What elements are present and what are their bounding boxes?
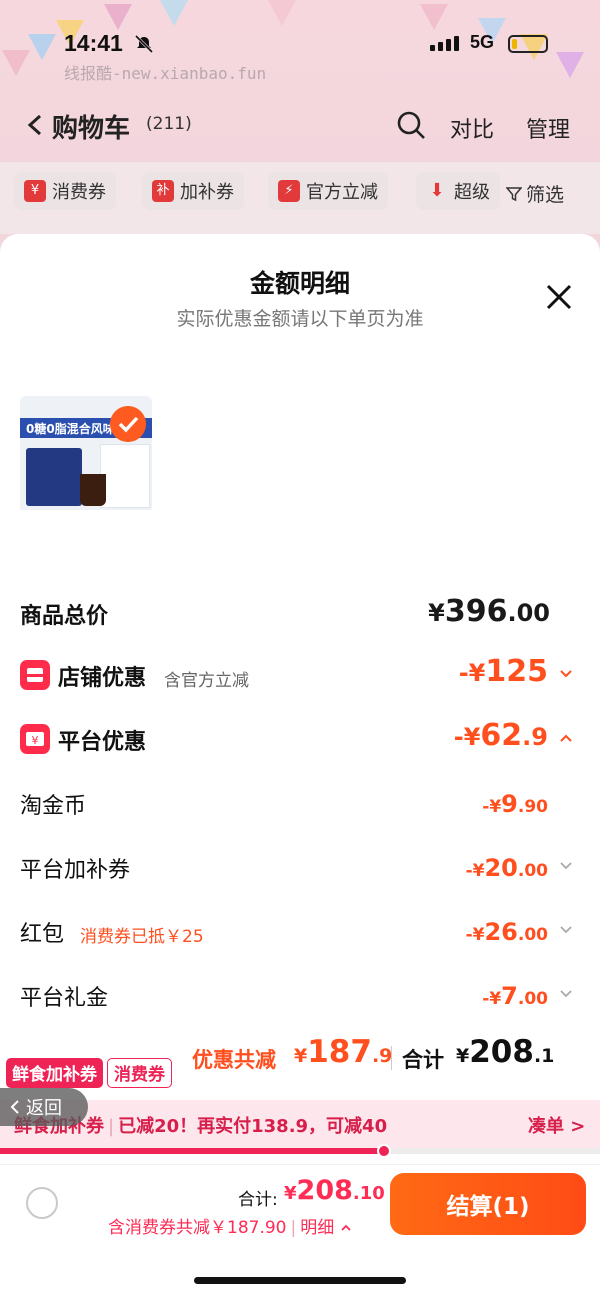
chip-label: 消费券 <box>52 182 106 203</box>
cart-count: (211) <box>146 114 192 134</box>
status-bar: 14:41 5G <box>0 28 600 64</box>
shop-discount-note: 含官方立减 <box>164 671 249 691</box>
battery-icon <box>508 35 548 53</box>
chevron-down-icon <box>560 862 572 870</box>
watermark-text: 线报酷-new.xianbao.fun <box>64 64 267 83</box>
add-items-link[interactable]: 凑单 > <box>528 1112 585 1138</box>
bunting-flag <box>268 0 296 26</box>
filter-button[interactable]: 筛选 <box>506 180 564 207</box>
platform-subsidy-value: -¥20.00 <box>465 854 548 882</box>
platform-subsidy-label: 平台加补券 <box>20 858 131 883</box>
red-packet-note: 消费券已抵￥25 <box>80 927 204 947</box>
filter-chip-consumer-coupon[interactable]: ¥ 消费券 <box>14 172 116 210</box>
checkout-button[interactable]: 结算(1) <box>390 1173 586 1235</box>
checkout-detail[interactable]: 含消费券共减￥187.90 | 明细 <box>108 1213 352 1238</box>
arrow-down-icon: ⬇ <box>429 180 445 201</box>
close-icon[interactable] <box>544 282 574 312</box>
manage-button[interactable]: 管理 <box>526 112 570 144</box>
total-price-row: 商品总价 ¥396.00 <box>20 592 580 636</box>
filter-bar: ¥ 消费券 补 加补券 ⚡ 官方立减 ⬇ 超级 筛选 <box>0 162 600 234</box>
promo-progress <box>0 1144 600 1158</box>
status-time: 14:41 <box>64 30 123 56</box>
fresh-subsidy-tag: 鲜食加补券 <box>6 1058 103 1088</box>
checkout-total-label: 合计: <box>238 1190 278 1210</box>
shop-icon <box>20 660 50 690</box>
chevron-down-icon <box>560 926 572 934</box>
mute-bell-icon <box>134 34 154 54</box>
red-packet-value: -¥26.00 <box>465 918 548 946</box>
platform-gift-row[interactable]: 平台礼金 -¥7.00 <box>20 974 580 1018</box>
sheet-total-value: ¥208.1 <box>456 1034 555 1070</box>
home-indicator <box>194 1277 406 1284</box>
red-packet-label: 红包 <box>20 922 65 947</box>
chevron-up-icon <box>340 1224 351 1231</box>
chevron-down-icon <box>560 670 572 678</box>
chip-label: 加补券 <box>180 182 234 203</box>
bunting-flag <box>160 0 188 26</box>
shop-discount-value: -¥125 <box>458 654 548 689</box>
lightning-icon: ⚡ <box>278 180 300 202</box>
chip-label: 超级 <box>454 182 490 203</box>
filter-label: 筛选 <box>526 184 565 206</box>
bunting-flag <box>420 4 448 30</box>
savings-label: 优惠共减 <box>192 1048 276 1072</box>
sheet-title: 金额明细 <box>249 269 350 298</box>
taojinbi-row: 淘金币 -¥9.90 <box>20 782 580 826</box>
platform-discount-row[interactable]: ¥ 平台优惠 -¥62.9 <box>20 718 580 762</box>
coupon-tags: 鲜食加补券 消费券 <box>6 1058 176 1088</box>
red-packet-row[interactable]: 红包 消费券已抵￥25 -¥26.00 <box>20 910 580 954</box>
shop-discount-label: 店铺优惠 <box>58 666 147 691</box>
platform-subsidy-row[interactable]: 平台加补券 -¥20.00 <box>20 846 580 890</box>
total-price-label: 商品总价 <box>20 604 109 629</box>
coupon-icon: ¥ <box>24 180 46 202</box>
compare-button[interactable]: 对比 <box>450 112 494 144</box>
background-page: 14:41 5G 线报酷-new.xianbao.fun 购物车 (211) 对… <box>0 0 600 260</box>
selected-check-icon <box>110 406 146 442</box>
funnel-icon <box>506 186 522 201</box>
shop-discount-row[interactable]: 店铺优惠 含官方立减 -¥125 <box>20 654 580 698</box>
filter-chip-super[interactable]: ⬇ 超级 <box>416 172 500 210</box>
network-type: 5G <box>470 32 495 52</box>
total-price-value: ¥396.00 <box>428 594 550 629</box>
select-all-radio[interactable] <box>26 1187 58 1219</box>
svg-text:¥: ¥ <box>32 734 39 747</box>
bunting-flag <box>104 4 132 30</box>
consumer-coupon-tag: 消费券 <box>107 1058 172 1088</box>
page-title: 购物车 <box>52 114 131 144</box>
subsidy-icon: 补 <box>152 180 174 202</box>
return-button[interactable]: 返回 <box>0 1088 88 1126</box>
return-label: 返回 <box>26 1098 62 1119</box>
platform-coupon-icon: ¥ <box>20 724 50 754</box>
savings-value: ¥187.9 <box>294 1034 393 1070</box>
taojinbi-value: -¥9.90 <box>482 790 548 818</box>
filter-chip-official-discount[interactable]: ⚡ 官方立减 <box>268 172 388 210</box>
platform-gift-value: -¥7.00 <box>482 982 548 1010</box>
search-icon[interactable] <box>396 110 426 140</box>
checkout-bar: 合计: ¥208.10 含消费券共减￥187.90 | 明细 结算(1) <box>0 1164 600 1300</box>
chip-label: 官方立减 <box>306 182 378 203</box>
sheet-total-label: 合计 <box>402 1048 444 1072</box>
product-image-text: 0糖0脂混合风味 <box>26 422 115 436</box>
platform-discount-label: 平台优惠 <box>58 730 147 755</box>
chevron-up-icon <box>560 734 572 742</box>
divider <box>391 1046 392 1070</box>
checkout-total-value: ¥208.10 <box>284 1175 385 1206</box>
cart-nav-bar: 购物车 (211) 对比 管理 <box>0 100 600 152</box>
promo-bar[interactable]: 鲜食加补券 | 已减20！再实付138.9，可减40 凑单 > <box>0 1100 600 1148</box>
signal-icon <box>430 36 459 51</box>
platform-gift-label: 平台礼金 <box>20 986 109 1011</box>
sheet-subtitle: 实际优惠金额请以下单页为准 <box>176 308 424 330</box>
taojinbi-label: 淘金币 <box>20 794 87 819</box>
chevron-down-icon <box>560 990 572 998</box>
back-chevron-icon[interactable] <box>26 114 44 136</box>
back-chevron-icon <box>10 1100 19 1114</box>
platform-discount-value: -¥62.9 <box>453 718 548 753</box>
filter-chip-subsidy-coupon[interactable]: 补 加补券 <box>142 172 244 210</box>
